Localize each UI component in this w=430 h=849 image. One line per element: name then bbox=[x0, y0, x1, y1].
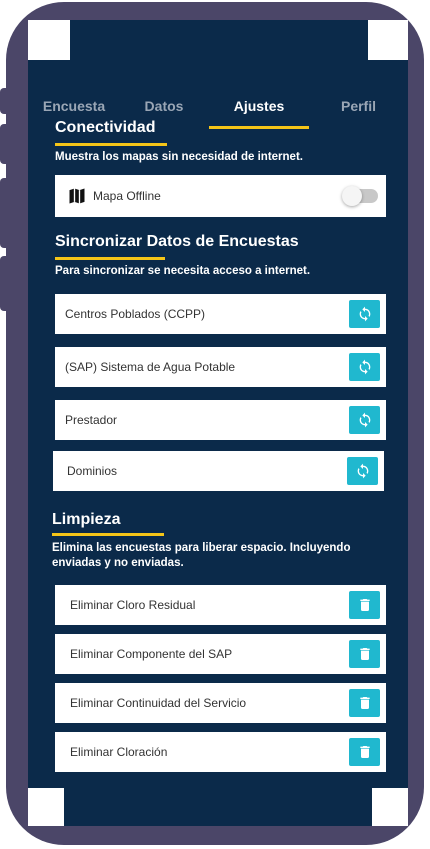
trash-icon bbox=[359, 599, 370, 611]
sync-button[interactable] bbox=[349, 300, 380, 328]
delete-button[interactable] bbox=[349, 640, 380, 668]
sync-row-ccpp[interactable]: Centros Poblados (CCPP) bbox=[55, 294, 386, 334]
delete-row-componente-sap[interactable]: Eliminar Componente del SAP bbox=[55, 634, 386, 674]
delete-button[interactable] bbox=[349, 738, 380, 766]
side-button-4 bbox=[0, 256, 10, 311]
map-icon bbox=[69, 188, 85, 204]
limpieza-underline bbox=[52, 533, 164, 536]
limpieza-description: Elimina las encuestas para liberar espac… bbox=[52, 542, 351, 569]
map-offline-label: Mapa Offline bbox=[93, 189, 161, 203]
sync-row-label: Centros Poblados (CCPP) bbox=[65, 307, 206, 321]
sync-icon bbox=[357, 463, 368, 479]
delete-button[interactable] bbox=[349, 689, 380, 717]
sync-row-prestador[interactable]: Prestador bbox=[55, 400, 386, 440]
side-button-2 bbox=[0, 124, 10, 164]
top-right-corner bbox=[368, 20, 408, 60]
sync-icon bbox=[359, 306, 370, 322]
delete-row-cloro-residual[interactable]: Eliminar Cloro Residual bbox=[55, 585, 386, 625]
delete-button[interactable] bbox=[349, 591, 380, 619]
trash-icon bbox=[359, 648, 370, 660]
sync-row-label: Dominios bbox=[67, 464, 118, 478]
conectividad-underline bbox=[55, 143, 167, 146]
active-tab-indicator bbox=[209, 126, 309, 129]
sync-icon bbox=[359, 359, 370, 375]
trash-icon bbox=[359, 746, 370, 758]
delete-row-label: Eliminar Componente del SAP bbox=[70, 647, 233, 661]
toggle-knob bbox=[342, 186, 362, 206]
sincronizar-description: Para sincronizar se necesita acceso a in… bbox=[55, 265, 311, 277]
delete-row-cloracion[interactable]: Eliminar Cloración bbox=[55, 732, 386, 772]
map-offline-toggle[interactable] bbox=[342, 186, 378, 206]
sincronizar-underline bbox=[55, 257, 165, 260]
sync-row-label: Prestador bbox=[65, 413, 118, 427]
tab-ajustes[interactable]: Ajustes bbox=[209, 82, 309, 130]
delete-row-continuidad[interactable]: Eliminar Continuidad del Servicio bbox=[55, 683, 386, 723]
tab-perfil[interactable]: Perfil bbox=[309, 82, 408, 130]
map-offline-row[interactable]: Mapa Offline bbox=[55, 175, 386, 217]
conectividad-description: Muestra los mapas sin necesidad de inter… bbox=[55, 151, 303, 163]
sync-row-dominios[interactable]: Dominios bbox=[53, 451, 384, 491]
sync-icon bbox=[359, 412, 370, 428]
sync-row-label: (SAP) Sistema de Agua Potable bbox=[65, 360, 236, 374]
sync-button[interactable] bbox=[347, 457, 378, 485]
app-screen: Encuesta Datos Ajustes Perfil Conectivid… bbox=[28, 20, 408, 826]
delete-row-label: Eliminar Cloro Residual bbox=[70, 598, 196, 612]
delete-row-label: Eliminar Cloración bbox=[70, 745, 168, 759]
trash-icon bbox=[359, 697, 370, 709]
side-button-3 bbox=[0, 178, 10, 248]
bottom-left-corner bbox=[28, 788, 64, 826]
side-button-1 bbox=[0, 88, 10, 114]
delete-row-label: Eliminar Continuidad del Servicio bbox=[70, 696, 247, 710]
bottom-right-corner bbox=[372, 788, 408, 826]
top-left-corner bbox=[28, 20, 70, 60]
conectividad-title: Conectividad bbox=[55, 119, 156, 136]
sincronizar-title: Sincronizar Datos de Encuestas bbox=[55, 233, 299, 250]
sync-row-sap[interactable]: (SAP) Sistema de Agua Potable bbox=[55, 347, 386, 387]
sync-button[interactable] bbox=[349, 353, 380, 381]
limpieza-title: Limpieza bbox=[52, 511, 121, 528]
sync-button[interactable] bbox=[349, 406, 380, 434]
